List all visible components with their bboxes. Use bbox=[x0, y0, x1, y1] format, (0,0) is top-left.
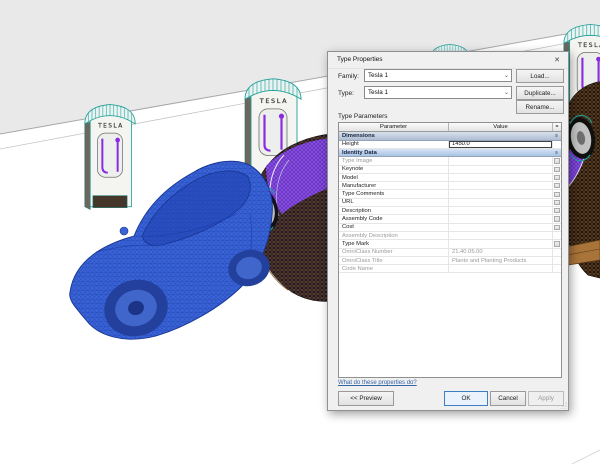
family-select[interactable]: Tesla 1 ⌄ bbox=[364, 69, 512, 82]
load-button[interactable]: Load... bbox=[516, 69, 564, 83]
row-browse-button[interactable] bbox=[554, 241, 560, 247]
row-browse-button[interactable] bbox=[554, 191, 560, 197]
type-parameters-table: Parameter Value = Dimensions ≡ Height Id… bbox=[338, 122, 562, 378]
row-browse-button[interactable] bbox=[554, 199, 560, 206]
dialog-titlebar[interactable]: Type Properties ✕ bbox=[328, 52, 568, 69]
type-label: Type: bbox=[338, 90, 354, 97]
height-value-input[interactable] bbox=[449, 140, 552, 148]
type-properties-dialog: Type Properties ✕ Family: Tesla 1 ⌄ Load… bbox=[327, 51, 569, 411]
dialog-title: Type Properties bbox=[337, 56, 383, 63]
row-browse-button[interactable] bbox=[554, 174, 560, 181]
properties-help-link[interactable]: What do these properties do? bbox=[338, 380, 417, 386]
group-label: Identity Data bbox=[342, 149, 377, 156]
family-value: Tesla 1 bbox=[368, 72, 388, 79]
parameter-column-header[interactable]: Parameter bbox=[339, 123, 449, 131]
table-row-url[interactable]: URL bbox=[339, 198, 561, 208]
table-row-keynote[interactable]: Keynote bbox=[339, 165, 561, 174]
close-icon[interactable]: ✕ bbox=[552, 55, 562, 65]
table-row-model[interactable]: Model bbox=[339, 173, 561, 183]
type-select[interactable]: Tesla 1 ⌄ bbox=[364, 86, 512, 99]
chevron-down-icon: ⌄ bbox=[503, 90, 510, 96]
floor-edge-line bbox=[571, 449, 600, 464]
row-browse-button[interactable] bbox=[554, 158, 560, 164]
row-browse-button[interactable] bbox=[554, 224, 560, 230]
apply-button[interactable]: Apply bbox=[528, 391, 564, 406]
table-row-type-image[interactable]: Type Image bbox=[339, 157, 561, 166]
table-row-omniclass-number[interactable]: OmniClass Number 21.40.05.00 bbox=[339, 248, 561, 257]
table-row-omniclass-title[interactable]: OmniClass Title Plants and Planting Prod… bbox=[339, 256, 561, 266]
resize-grip[interactable] bbox=[560, 402, 567, 409]
table-row-assembly-description[interactable]: Assembly Description bbox=[339, 231, 561, 241]
row-browse-button[interactable] bbox=[554, 216, 560, 222]
revit-viewport: TESLA bbox=[0, 0, 600, 464]
table-header-row: Parameter Value = bbox=[339, 123, 561, 132]
rename-button[interactable]: Rename... bbox=[516, 100, 564, 114]
table-row-assembly-code[interactable]: Assembly Code bbox=[339, 215, 561, 224]
group-label: Dimensions bbox=[342, 132, 375, 139]
duplicate-button[interactable]: Duplicate... bbox=[516, 86, 564, 100]
table-row-code-name[interactable]: Code Name bbox=[339, 265, 561, 274]
value-column-header[interactable]: Value bbox=[449, 123, 553, 131]
row-browse-button[interactable] bbox=[554, 166, 560, 172]
cancel-button[interactable]: Cancel bbox=[490, 391, 526, 406]
table-empty-area bbox=[339, 273, 561, 377]
row-browse-button[interactable] bbox=[554, 208, 560, 214]
table-row-type-mark[interactable]: Type Mark bbox=[339, 240, 561, 249]
table-row-description[interactable]: Description bbox=[339, 207, 561, 216]
table-row-manufacturer[interactable]: Manufacturer bbox=[339, 182, 561, 191]
type-parameters-label: Type Parameters bbox=[338, 113, 388, 120]
table-row-group-dimensions[interactable]: Dimensions ≡ bbox=[339, 132, 561, 141]
chevron-down-icon: ⌄ bbox=[503, 73, 510, 79]
group-collapse-icon[interactable]: ≡ bbox=[542, 132, 561, 140]
preview-button[interactable]: << Preview bbox=[338, 391, 394, 406]
eq-column-header[interactable]: = bbox=[553, 123, 561, 131]
table-row-cost[interactable]: Cost bbox=[339, 223, 561, 232]
type-value: Tesla 1 bbox=[368, 89, 388, 96]
table-row-type-comments[interactable]: Type Comments bbox=[339, 190, 561, 199]
ok-button[interactable]: OK bbox=[444, 391, 488, 406]
family-label: Family: bbox=[338, 73, 359, 80]
table-row-group-identity-data[interactable]: Identity Data ≡ bbox=[339, 148, 561, 158]
table-row-height[interactable]: Height bbox=[339, 140, 561, 149]
supercharger-station-1[interactable] bbox=[83, 103, 137, 211]
row-browse-button[interactable] bbox=[554, 183, 560, 189]
group-collapse-icon[interactable]: ≡ bbox=[542, 149, 561, 157]
